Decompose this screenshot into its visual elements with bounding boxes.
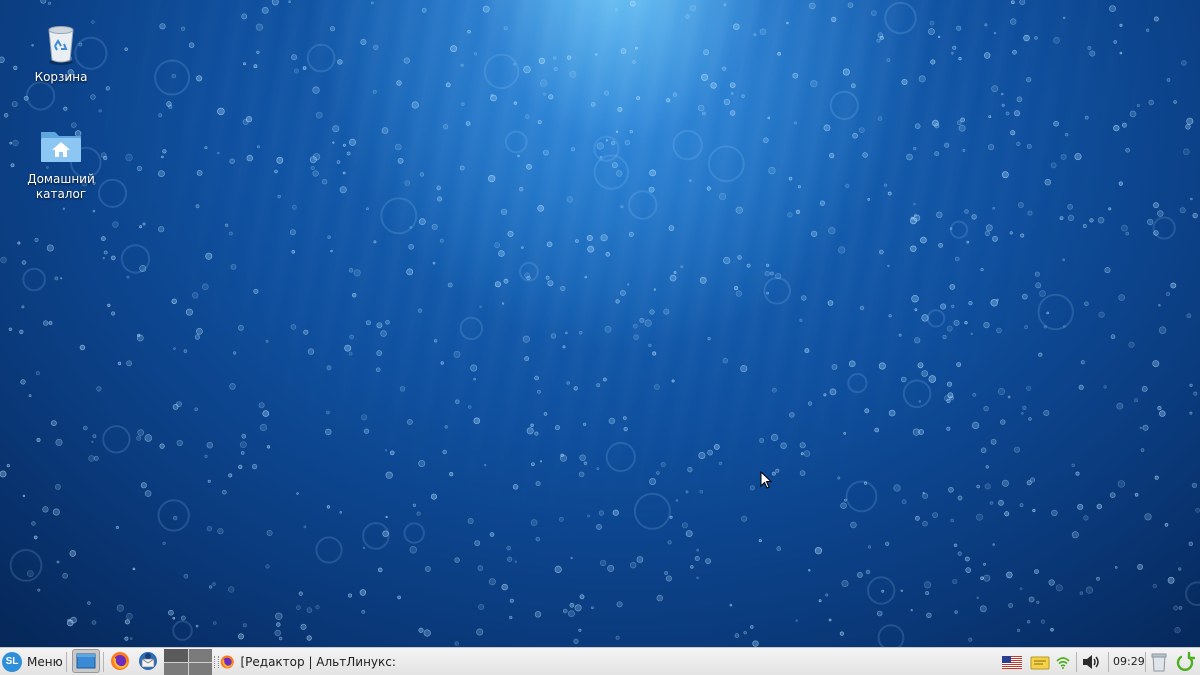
us-flag-icon bbox=[1002, 655, 1022, 669]
workspace-2[interactable] bbox=[188, 649, 212, 662]
menu-label: Меню bbox=[27, 654, 63, 669]
trash-applet[interactable] bbox=[1149, 650, 1169, 674]
desktop[interactable]: Корзина Домашний каталог bbox=[0, 0, 1200, 647]
firefox-launcher[interactable] bbox=[108, 649, 132, 673]
panel-separator bbox=[1145, 652, 1146, 672]
desktop-icon-trash[interactable]: Корзина bbox=[11, 20, 111, 85]
mouse-pointer-icon bbox=[760, 471, 772, 489]
window-title: [Редактор | АльтЛинукс: ... bbox=[240, 654, 395, 669]
show-desktop-button[interactable] bbox=[72, 649, 100, 673]
desktop-icon-home[interactable]: Домашний каталог bbox=[11, 122, 111, 202]
volume-icon bbox=[1083, 655, 1099, 669]
desktop-icon-label: Корзина bbox=[34, 70, 88, 84]
panel-separator bbox=[1108, 652, 1109, 672]
wallpaper-water-drops bbox=[0, 0, 1200, 647]
thunderbird-icon bbox=[139, 652, 157, 670]
home-folder-icon bbox=[41, 132, 81, 162]
taskbar-window-button[interactable]: [Редактор | АльтЛинукс: ... bbox=[220, 648, 395, 675]
clipboard-icon bbox=[1030, 656, 1050, 670]
workspace-3[interactable] bbox=[164, 662, 188, 675]
simply-linux-logo-icon: SL bbox=[2, 651, 22, 672]
trash-icon bbox=[48, 26, 74, 65]
keyboard-layout-indicator[interactable] bbox=[1001, 650, 1023, 674]
panel-grip[interactable] bbox=[214, 656, 219, 668]
trash-applet-icon bbox=[1151, 653, 1167, 672]
show-desktop-icon bbox=[76, 653, 96, 669]
network-icon bbox=[1056, 657, 1070, 669]
workspace-switcher bbox=[164, 649, 212, 675]
clock[interactable]: 09:29 bbox=[1113, 648, 1145, 675]
firefox-icon bbox=[220, 654, 234, 669]
panel-separator bbox=[66, 652, 67, 672]
clipboard-manager[interactable] bbox=[1029, 650, 1051, 674]
panel-separator bbox=[1076, 652, 1077, 672]
thunderbird-launcher[interactable] bbox=[136, 649, 160, 673]
firefox-icon bbox=[111, 652, 129, 670]
desktop-icon-label: Домашний каталог bbox=[27, 172, 95, 201]
taskbar: SL Меню [Редактор | АльтЛинукс: ... 09:2… bbox=[0, 647, 1200, 675]
power-button[interactable] bbox=[1174, 650, 1196, 674]
workspace-1[interactable] bbox=[164, 649, 188, 662]
power-icon bbox=[1176, 652, 1195, 671]
volume-control[interactable] bbox=[1080, 650, 1102, 674]
workspace-4[interactable] bbox=[188, 662, 212, 675]
main-menu-button[interactable]: SL Меню bbox=[2, 648, 63, 675]
network-indicator[interactable] bbox=[1053, 650, 1073, 674]
panel-separator bbox=[103, 652, 104, 672]
